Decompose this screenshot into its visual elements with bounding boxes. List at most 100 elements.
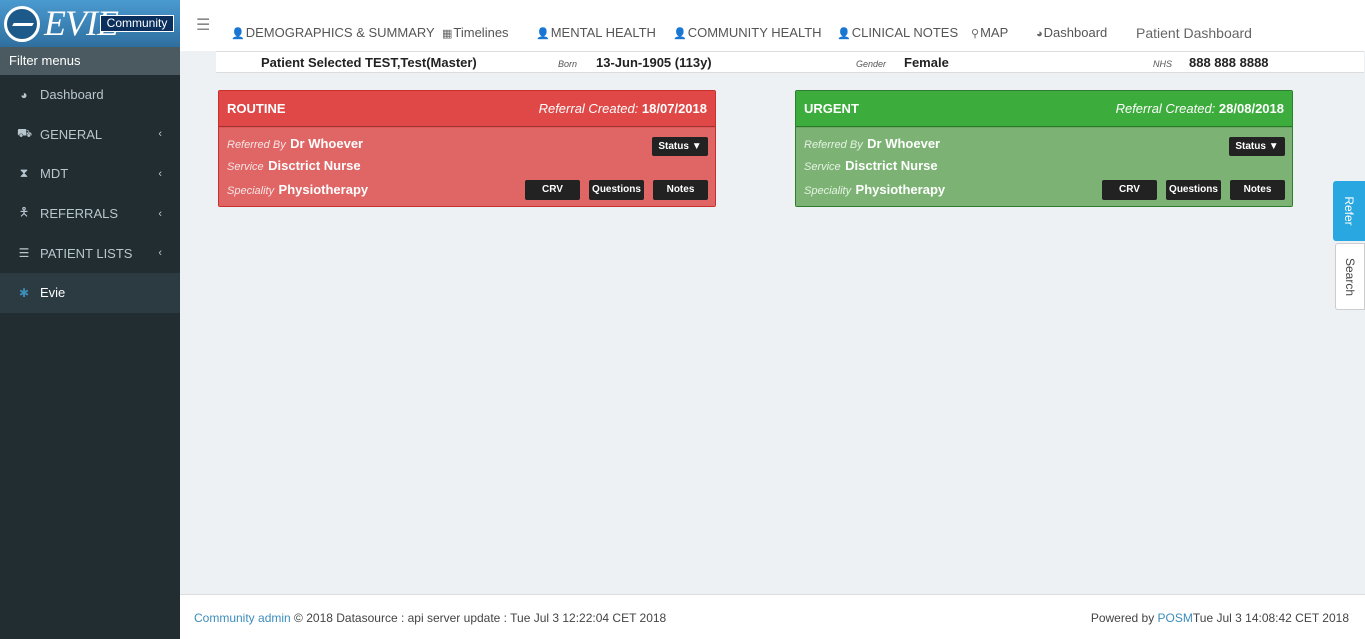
community-admin-link[interactable]: Community admin: [194, 611, 291, 625]
map-marker-icon: ⚲: [971, 28, 980, 40]
top-navbar: ☰ 👤DEMOGRAPHICS & SUMMARY ▦Timelines 👤ME…: [180, 0, 1365, 51]
referral-card-routine: ROUTINE Referral Created: 18/07/2018 Ref…: [218, 90, 716, 207]
status-dropdown-button[interactable]: Status ▼: [1229, 137, 1285, 156]
footer-right: Powered by POSMTue Jul 3 14:08:42 CET 20…: [1091, 611, 1349, 625]
card-body: Referred By Dr Whoever Service Disctrict…: [796, 128, 1292, 206]
born-label: Born: [558, 59, 578, 69]
sidebar-item-label: GENERAL: [40, 126, 103, 142]
tab-map[interactable]: ⚲MAP: [971, 25, 1008, 40]
created-label: Referral Created:: [1115, 101, 1216, 116]
service-label: Service: [227, 161, 264, 173]
tab-label: MAP: [980, 25, 1009, 40]
chevron-left-icon: ‹: [158, 128, 162, 141]
referred-by-label: Referred By: [227, 139, 286, 151]
tab-mental-health[interactable]: 👤MENTAL HEALTH: [536, 25, 656, 40]
card-header: URGENT Referral Created: 28/08/2018: [796, 91, 1292, 127]
questions-button[interactable]: Questions: [589, 180, 644, 200]
sidebar-item-mdt[interactable]: ⧗ MDT ‹: [0, 154, 180, 194]
speciality-label: Speciality: [804, 185, 852, 197]
dashboard-icon: ◕: [1036, 28, 1043, 40]
car-icon: ⛟: [17, 126, 33, 141]
born-value: 13-Jun-1905 (113y): [596, 55, 712, 70]
chevron-left-icon: ‹: [158, 167, 162, 180]
logo[interactable]: EVIE Community: [0, 0, 180, 47]
card-body: Referred By Dr Whoever Service Disctrict…: [219, 128, 715, 206]
created-date: 18/07/2018: [641, 101, 707, 116]
tab-demographics-summary[interactable]: 👤DEMOGRAPHICS & SUMMARY: [231, 25, 435, 40]
search-side-tab[interactable]: Search: [1335, 243, 1365, 310]
referred-by-value: Dr Whoever: [867, 136, 941, 151]
sidebar-item-label: MDT: [40, 166, 69, 182]
referral-card-urgent: URGENT Referral Created: 28/08/2018 Refe…: [795, 90, 1293, 207]
user-icon: 👤: [231, 28, 245, 40]
hourglass-icon: ⧗: [19, 166, 29, 181]
notes-button[interactable]: Notes: [1230, 180, 1285, 200]
footer-left: Community admin © 2018 Datasource : api …: [194, 611, 666, 625]
sidebar-item-dashboard[interactable]: ◕ Dashboard: [0, 75, 180, 115]
tab-clinical-notes[interactable]: 👤CLINICAL NOTES: [837, 25, 958, 40]
user-icon: 🯅: [18, 205, 30, 220]
user-md-icon: 👤: [673, 28, 687, 40]
posm-link[interactable]: POSM: [1158, 611, 1193, 625]
sidebar-item-evie[interactable]: ✱ Evie: [0, 272, 180, 313]
tab-label: Timelines: [453, 25, 509, 40]
tab-label: MENTAL HEALTH: [550, 25, 656, 40]
search-label: Search: [1343, 257, 1357, 296]
logo-emblem-icon: [4, 6, 40, 42]
referred-by-label: Referred By: [804, 139, 863, 151]
menu-toggle-icon[interactable]: ☰: [196, 15, 210, 35]
created-date: 28/08/2018: [1218, 101, 1284, 116]
page-title: Patient Dashboard: [1136, 25, 1252, 41]
asterisk-icon: ✱: [18, 285, 30, 300]
caret-down-icon: ▼: [691, 141, 702, 152]
tab-label: CLINICAL NOTES: [851, 25, 959, 40]
service-row: Service Disctrict Nurse: [804, 157, 938, 175]
crv-button[interactable]: CRV: [525, 180, 580, 200]
service-value: Disctrict Nurse: [268, 158, 361, 173]
tab-community-health[interactable]: 👤COMMUNITY HEALTH: [673, 25, 822, 40]
sidebar-item-referrals[interactable]: 🯅 REFERRALS ‹: [0, 194, 180, 234]
sidebar-item-patient-lists[interactable]: ☰ PATIENT LISTS ‹: [0, 233, 180, 273]
logo-badge: Community: [100, 15, 174, 32]
nhs-value: 888 888 8888: [1189, 55, 1269, 70]
speciality-label: Speciality: [227, 185, 275, 197]
patient-selected: Patient Selected TEST,Test(Master): [261, 55, 477, 70]
sidebar: EVIE Community Filter menus ◕ Dashboard …: [0, 0, 180, 639]
nhs-label: NHS: [1153, 59, 1173, 69]
sidebar-item-general[interactable]: ⛟ GENERAL ‹: [0, 115, 180, 155]
card-priority: ROUTINE: [227, 101, 286, 116]
refer-label: Refer: [1342, 196, 1356, 226]
speciality-value: Physiotherapy: [855, 182, 946, 197]
sidebar-title: Filter menus: [0, 47, 180, 75]
chevron-left-icon: ‹: [158, 207, 162, 220]
referred-by-row: Referred By Dr Whoever: [804, 135, 940, 153]
sidebar-item-label: Evie: [40, 285, 66, 301]
calendar-icon: ▦: [442, 28, 453, 40]
referred-by-value: Dr Whoever: [290, 136, 364, 151]
tab-label: Dashboard: [1043, 25, 1108, 40]
card-created: Referral Created: 28/08/2018: [1116, 101, 1284, 116]
refer-side-tab[interactable]: Refer: [1333, 181, 1365, 241]
card-header: ROUTINE Referral Created: 18/07/2018: [219, 91, 715, 127]
tab-label: DEMOGRAPHICS & SUMMARY: [245, 25, 435, 40]
referred-by-row: Referred By Dr Whoever: [227, 135, 363, 153]
crv-button[interactable]: CRV: [1102, 180, 1157, 200]
gender-label: Gender: [856, 59, 887, 69]
card-priority: URGENT: [804, 101, 859, 116]
caret-down-icon: ▼: [1268, 141, 1279, 152]
list-icon: ☰: [18, 246, 30, 261]
footer: Community admin © 2018 Datasource : api …: [180, 594, 1365, 639]
questions-button[interactable]: Questions: [1166, 180, 1221, 200]
gender-value: Female: [904, 55, 949, 70]
chevron-left-icon: ‹: [158, 247, 162, 260]
tab-timelines[interactable]: ▦Timelines: [442, 25, 509, 40]
powered-by-label: Powered by: [1090, 611, 1155, 625]
sidebar-item-label: Dashboard: [40, 87, 104, 103]
tab-dashboard[interactable]: ◕Dashboard: [1036, 25, 1107, 40]
status-dropdown-button[interactable]: Status ▼: [652, 137, 708, 156]
patient-banner: Patient Selected TEST,Test(Master) Born …: [216, 51, 1364, 73]
service-value: Disctrict Nurse: [845, 158, 938, 173]
notes-button[interactable]: Notes: [653, 180, 708, 200]
sidebar-item-label: PATIENT LISTS: [40, 245, 133, 261]
speciality-row: Speciality Physiotherapy: [227, 181, 368, 199]
